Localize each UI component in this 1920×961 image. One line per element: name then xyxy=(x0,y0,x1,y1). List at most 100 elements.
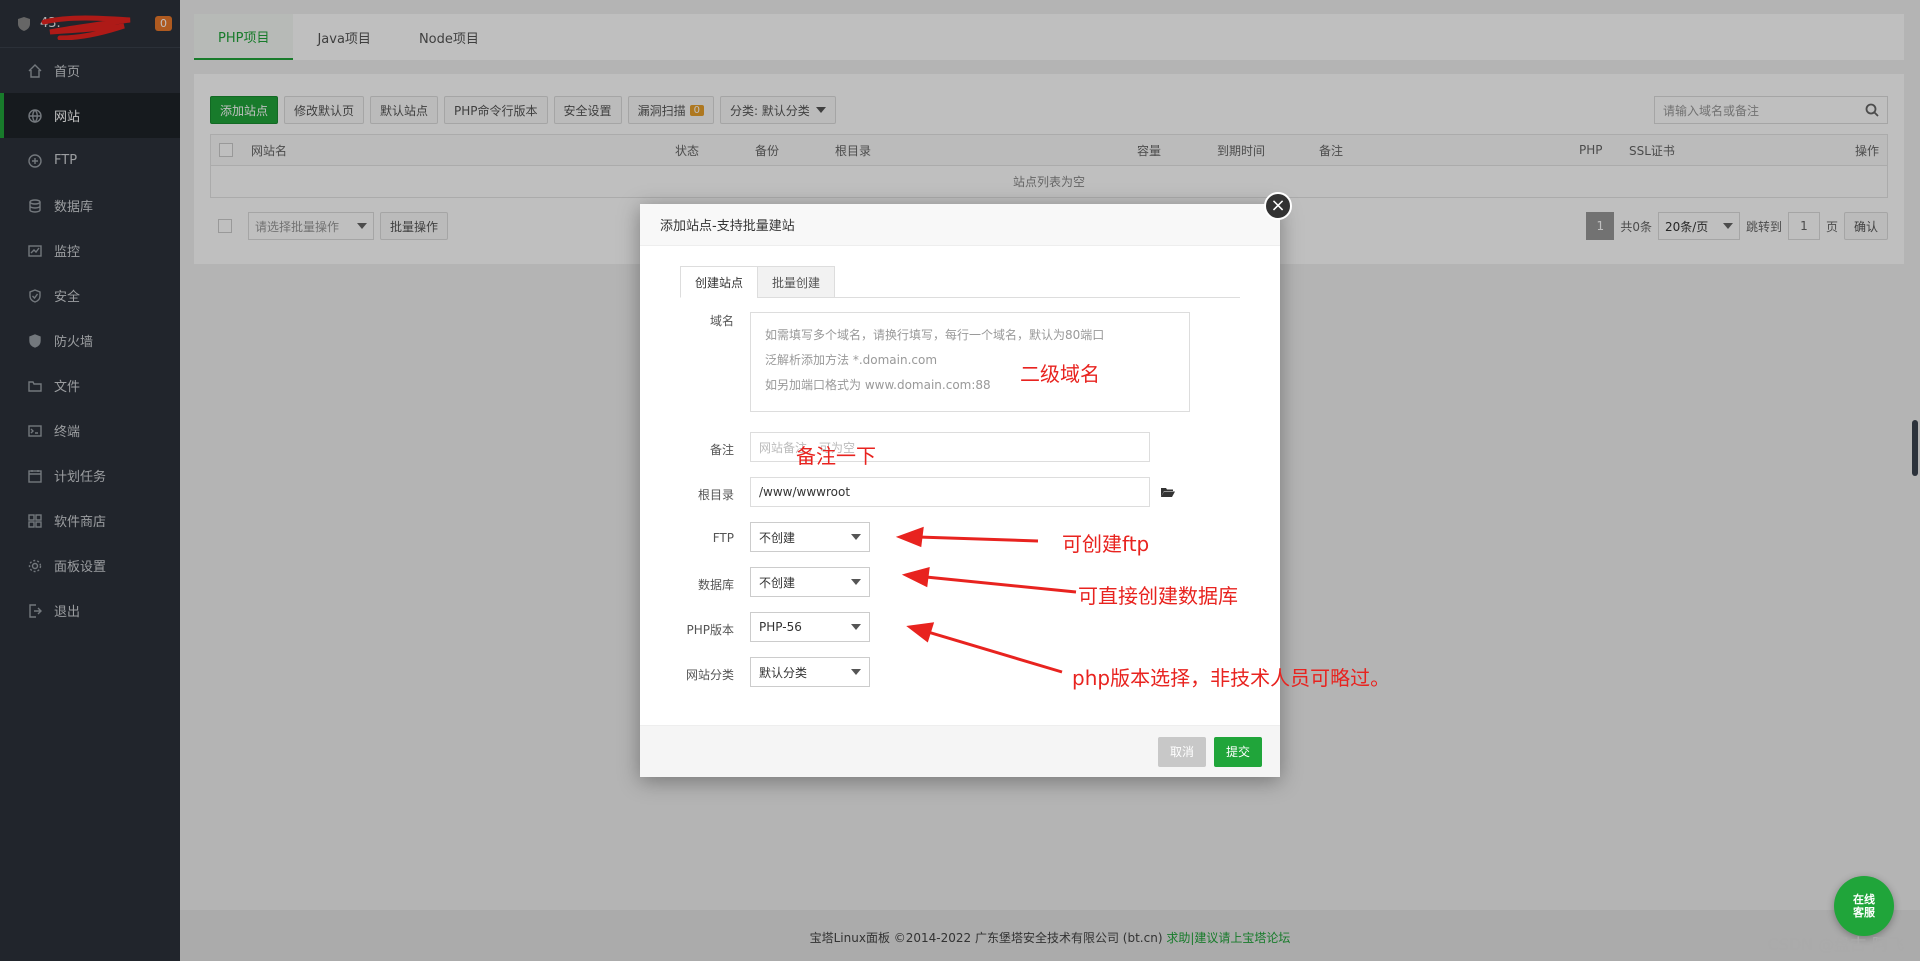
remark-label: 备注 xyxy=(709,443,734,457)
col-sitename[interactable]: 网站名 xyxy=(251,142,287,159)
sidebar-item-monitor[interactable]: 监控 xyxy=(0,228,180,273)
col-status[interactable]: 状态 xyxy=(675,142,699,159)
root-row: 根目录 /www/wwwroot xyxy=(680,477,1176,507)
batch-checkbox[interactable] xyxy=(218,219,232,233)
per-page-select[interactable]: 20条/页 xyxy=(1657,212,1740,240)
root-dir-input[interactable]: /www/wwwroot xyxy=(750,477,1150,507)
chevron-down-icon xyxy=(851,534,861,540)
sidebar: 43. 0 首页 网站 FTP 数据库 监控 安全 防火墙 文件 终端 计划任务… xyxy=(0,0,180,961)
firewall-icon xyxy=(29,333,41,348)
submit-button[interactable]: 提交 xyxy=(1213,736,1262,767)
chevron-down-icon xyxy=(851,624,861,630)
php-row: PHP版本 PHP-56 xyxy=(680,612,870,642)
category-label: 网站分类 xyxy=(685,668,734,682)
shield-check-icon xyxy=(29,288,41,303)
domain-textarea[interactable]: 如需填写多个域名，请换行填写，每行一个域名，默认为80端口 泛解析添加方法 *.… xyxy=(750,312,1190,412)
sidebar-item-home[interactable]: 首页 xyxy=(0,48,180,93)
col-php: PHP xyxy=(1579,143,1603,157)
col-root: 根目录 xyxy=(835,143,872,158)
php-label: PHP版本 xyxy=(686,623,735,637)
server-header: 43. 0 xyxy=(0,0,180,48)
redaction-scribble xyxy=(41,15,131,40)
select-all-checkbox[interactable] xyxy=(219,143,233,157)
php-cli-version-button[interactable]: PHP命令行版本 xyxy=(444,96,548,124)
site-category-select[interactable]: 默认分类 xyxy=(750,657,870,687)
globe-icon xyxy=(28,108,42,123)
tab-java[interactable]: Java项目 xyxy=(293,14,394,60)
default-site-button[interactable]: 默认站点 xyxy=(370,96,439,124)
search-icon[interactable] xyxy=(1865,103,1879,117)
tab-batch-create[interactable]: 批量创建 xyxy=(757,266,836,298)
ftp-icon xyxy=(28,153,42,168)
jump-confirm-button[interactable]: 确认 xyxy=(1843,212,1888,240)
cancel-button[interactable]: 取消 xyxy=(1157,736,1206,767)
sidebar-item-cron[interactable]: 计划任务 xyxy=(0,453,180,498)
sidebar-item-files[interactable]: 文件 xyxy=(0,363,180,408)
col-actions: 操作 xyxy=(1854,143,1879,158)
vuln-count-badge: 0 xyxy=(689,104,704,116)
pagination: 1 共0条 20条/页 跳转到 1 页 确认 xyxy=(1586,212,1888,240)
sidebar-item-terminal[interactable]: 终端 xyxy=(0,408,180,453)
domain-hint-2: 泛解析添加方法 *.domain.com xyxy=(765,353,938,367)
close-icon[interactable]: × xyxy=(1264,192,1292,220)
project-tabs: PHP项目 Java项目 Node项目 xyxy=(194,14,1904,60)
domain-hint-3: 如另加端口格式为 www.domain.com:88 xyxy=(765,378,991,392)
root-label: 根目录 xyxy=(697,488,734,502)
vuln-scan-button[interactable]: 漏洞扫描 0 xyxy=(627,96,714,124)
chevron-down-icon xyxy=(851,669,861,675)
sidebar-nav: 首页 网站 FTP 数据库 监控 安全 防火墙 文件 终端 计划任务 软件商店 … xyxy=(0,48,180,633)
chevron-down-icon xyxy=(851,579,861,585)
database-icon xyxy=(29,198,41,213)
page-scrollbar[interactable] xyxy=(1912,420,1918,476)
sidebar-item-database[interactable]: 数据库 xyxy=(0,183,180,228)
notification-badge[interactable]: 0 xyxy=(155,16,172,31)
annotation-ftp: 可创建ftp xyxy=(1062,532,1150,556)
monitor-icon xyxy=(28,244,42,257)
domain-hint-1: 如需填写多个域名，请换行填写，每行一个域名，默认为80端口 xyxy=(765,328,1105,342)
forum-link[interactable]: 求助|建议请上宝塔论坛 xyxy=(1166,931,1290,945)
modify-default-page-button[interactable]: 修改默认页 xyxy=(284,96,365,124)
page-unit: 页 xyxy=(1825,219,1838,234)
sidebar-item-firewall[interactable]: 防火墙 xyxy=(0,318,180,363)
sidebar-item-security[interactable]: 安全 xyxy=(0,273,180,318)
batch-select[interactable]: 请选择批量操作 xyxy=(248,212,374,240)
search-input[interactable]: 请输入域名或备注 xyxy=(1654,96,1888,124)
gear-icon xyxy=(28,559,42,572)
modal-tabs: 创建站点 批量创建 xyxy=(680,266,1240,298)
sidebar-item-logout[interactable]: 退出 xyxy=(0,588,180,633)
category-dropdown[interactable]: 分类: 默认分类 xyxy=(719,96,836,124)
col-ssl: SSL证书 xyxy=(1629,143,1675,158)
folder-icon xyxy=(28,380,42,392)
online-service-button[interactable]: 在线 客服 xyxy=(1834,876,1894,936)
php-version-select[interactable]: PHP-56 xyxy=(750,612,870,642)
sidebar-item-website[interactable]: 网站 xyxy=(0,93,180,138)
tab-php[interactable]: PHP项目 xyxy=(194,14,294,60)
page-current[interactable]: 1 xyxy=(1586,212,1615,240)
col-expire[interactable]: 到期时间 xyxy=(1217,142,1265,159)
sidebar-item-ftp[interactable]: FTP xyxy=(0,138,180,183)
database-label: 数据库 xyxy=(697,578,734,592)
site-toolbar: 添加站点 修改默认页 默认站点 PHP命令行版本 安全设置 漏洞扫描 0 分类: … xyxy=(210,96,1888,124)
watermark: CSDN @盘古-阿飞 xyxy=(1767,935,1904,954)
site-table-header: 网站名 状态 备份 根目录 容量 到期时间 备注 PHP SSL证书 操作 xyxy=(210,134,1888,166)
logout-icon xyxy=(29,603,42,618)
tab-create-site[interactable]: 创建站点 xyxy=(680,266,759,298)
domain-label: 域名 xyxy=(709,314,734,328)
database-select[interactable]: 不创建 xyxy=(750,567,870,597)
folder-open-icon[interactable] xyxy=(1160,484,1176,500)
database-row: 数据库 不创建 xyxy=(680,567,870,597)
security-settings-button[interactable]: 安全设置 xyxy=(553,96,622,124)
modal-footer: 取消 提交 xyxy=(640,725,1280,777)
annotation-php: php版本选择，非技术人员可略过。 xyxy=(1072,666,1391,690)
add-site-button[interactable]: 添加站点 xyxy=(210,96,279,124)
total-count: 共0条 xyxy=(1620,219,1652,234)
jump-page-input[interactable]: 1 xyxy=(1787,212,1820,240)
sidebar-item-settings[interactable]: 面板设置 xyxy=(0,543,180,588)
add-site-modal: 添加站点-支持批量建站 × 创建站点 批量创建 域名 如需填写多个域名，请换行填… xyxy=(640,192,1292,777)
ftp-select[interactable]: 不创建 xyxy=(750,522,870,552)
sidebar-item-store[interactable]: 软件商店 xyxy=(0,498,180,543)
batch-action-button[interactable]: 批量操作 xyxy=(380,212,449,240)
tab-node[interactable]: Node项目 xyxy=(395,14,503,60)
remark-row: 备注 网站备注，可为空 xyxy=(680,432,1150,462)
chevron-down-icon xyxy=(815,107,826,113)
